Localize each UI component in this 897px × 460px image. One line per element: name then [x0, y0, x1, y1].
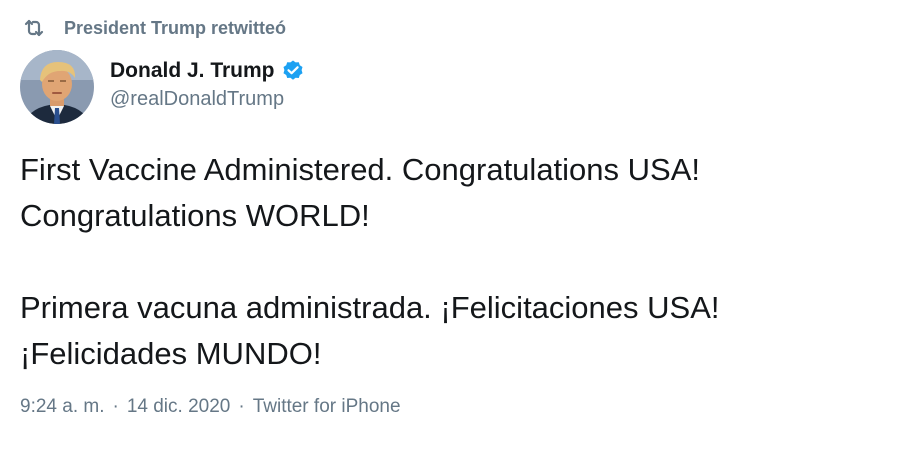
tweet-text: First Vaccine Administered. Congratulati…	[20, 147, 880, 377]
tweet-date[interactable]: 14 dic. 2020	[127, 396, 231, 418]
tweet-time[interactable]: 9:24 a. m.	[20, 396, 105, 418]
tweet-line-4: ¡Felicidades MUNDO!	[20, 336, 322, 371]
name-row: Donald J. Trump	[110, 56, 305, 86]
verified-badge-icon	[281, 59, 305, 83]
tweet-line-3: Primera vacuna administrada. ¡Felicitaci…	[20, 290, 720, 325]
meta-separator: ·	[112, 396, 119, 417]
retweet-context[interactable]: President Trump retwitteó	[22, 14, 286, 42]
meta-separator: ·	[238, 396, 245, 417]
user-handle[interactable]: @realDonaldTrump	[110, 88, 305, 111]
tweet-meta: 9:24 a. m. · 14 dic. 2020 · Twitter for …	[20, 396, 401, 418]
display-name[interactable]: Donald J. Trump	[110, 59, 275, 83]
tweet-source[interactable]: Twitter for iPhone	[253, 396, 401, 418]
tweet-line-1: First Vaccine Administered. Congratulati…	[20, 152, 701, 187]
retweet-icon	[22, 16, 46, 40]
tweet-card: President Trump retwitteó Donald J. Trum…	[0, 0, 897, 460]
avatar[interactable]	[20, 50, 94, 124]
retweet-label: President Trump retwitteó	[64, 17, 287, 38]
author-block: Donald J. Trump @realDonaldTrump	[110, 56, 305, 111]
tweet-line-2: Congratulations WORLD!	[20, 198, 370, 233]
